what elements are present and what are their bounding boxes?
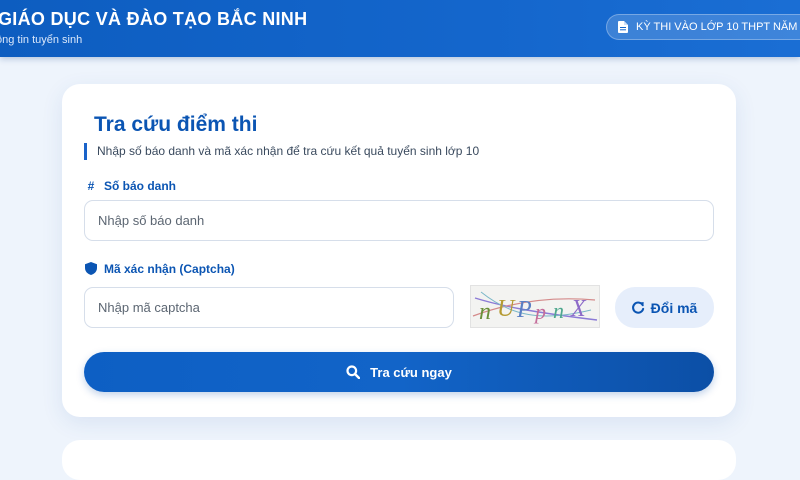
refresh-icon [631, 301, 644, 314]
next-section-card [62, 440, 736, 480]
captcha-label-text: Mã xác nhận (Captcha) [104, 262, 235, 276]
captcha-char: n [479, 299, 491, 325]
captcha-label: Mã xác nhận (Captcha) [84, 262, 235, 276]
captcha-char: p [533, 299, 546, 324]
search-icon [346, 365, 361, 379]
captcha-char: P [516, 297, 532, 323]
header-title: GIÁO DỤC VÀ ĐÀO TẠO BẮC NINH [0, 9, 308, 29]
captcha-image: n U P p n X [470, 285, 600, 328]
document-icon [618, 21, 628, 33]
captcha-char: X [570, 296, 587, 322]
submit-button-label: Tra cứu ngay [370, 364, 452, 380]
refresh-captcha-button[interactable]: Đổi mã [615, 287, 714, 328]
sbd-input[interactable] [84, 200, 714, 241]
sbd-label-text: Số báo danh [104, 179, 176, 193]
form-description: Nhập số báo danh và mã xác nhận để tra c… [84, 143, 479, 160]
lookup-form-card: Tra cứu điểm thi Nhập số báo danh và mã … [62, 84, 736, 417]
submit-lookup-button[interactable]: Tra cứu ngay [84, 352, 714, 392]
form-title: Tra cứu điểm thi [94, 113, 258, 136]
header-subtitle: ông tin tuyển sinh [0, 34, 83, 46]
sbd-label: # Số báo danh [84, 179, 176, 193]
shield-icon [84, 262, 98, 276]
exam-badge[interactable]: KỲ THI VÀO LỚP 10 THPT NĂM H [606, 14, 800, 40]
top-header: GIÁO DỤC VÀ ĐÀO TẠO BẮC NINH ông tin tuy… [0, 0, 800, 57]
captcha-input[interactable] [84, 287, 454, 328]
captcha-char: U [497, 296, 516, 322]
captcha-char: n [553, 298, 564, 323]
hash-icon: # [87, 179, 95, 193]
exam-badge-label: KỲ THI VÀO LỚP 10 THPT NĂM H [636, 21, 800, 33]
refresh-button-label: Đổi mã [650, 299, 698, 316]
